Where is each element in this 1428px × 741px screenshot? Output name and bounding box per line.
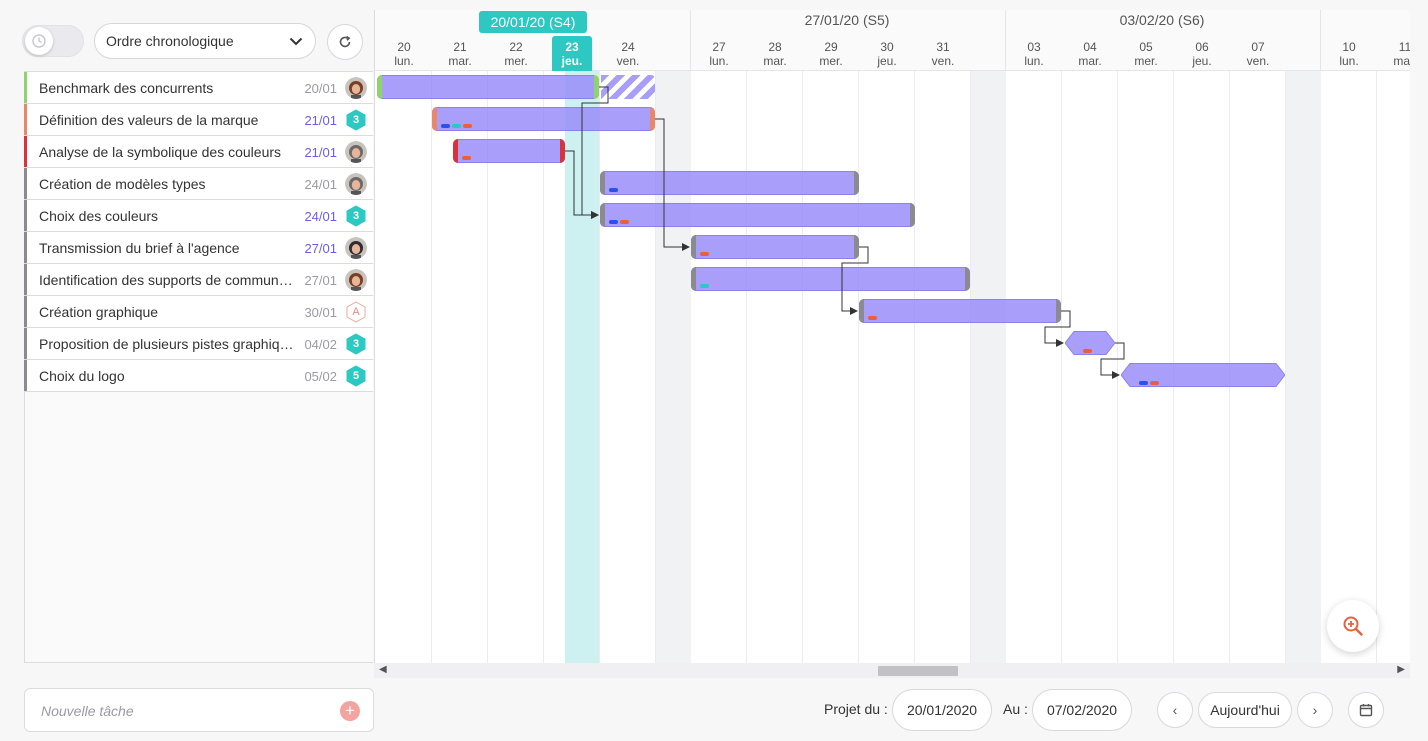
project-from-label: Projet du : (824, 701, 888, 717)
toggle-knob (25, 27, 53, 55)
assignee-avatar[interactable] (345, 237, 367, 259)
dependency-arrow (1044, 310, 1071, 347)
task-name[interactable]: Choix du logo (39, 368, 295, 384)
task-name[interactable]: Identification des supports de communica… (39, 272, 295, 288)
task-row[interactable]: Identification des supports de communica… (24, 264, 373, 296)
project-end-date-field[interactable]: 07/02/2020 (1032, 689, 1132, 731)
task-name[interactable]: Choix des couleurs (39, 208, 295, 224)
task-date: 04/02 (304, 337, 337, 352)
task-date: 20/01 (304, 81, 337, 96)
chevron-left-icon: ‹ (1172, 702, 1178, 718)
task-row[interactable]: Benchmark des concurrents 20/01 (24, 72, 373, 104)
assignee-group-badge[interactable]: 3 (345, 109, 367, 131)
task-color-stripe (24, 264, 27, 295)
task-row[interactable]: Création de modèles types 24/01 (24, 168, 373, 200)
refresh-button[interactable] (327, 24, 363, 60)
task-row[interactable]: Choix des couleurs 24/01 3 (24, 200, 373, 232)
task-color-stripe (24, 328, 27, 359)
task-color-stripe (24, 360, 27, 391)
assignee-avatar[interactable] (345, 77, 367, 99)
dependency-arrow (1100, 342, 1125, 379)
task-date: 21/01 (304, 145, 337, 160)
history-toggle[interactable] (22, 25, 84, 57)
refresh-icon (339, 35, 351, 48)
dependency-arrow (581, 86, 609, 219)
assignee-group-badge[interactable]: 3 (345, 205, 367, 227)
task-name[interactable]: Proposition de plusieurs pistes graphiqu… (39, 336, 295, 352)
new-task-placeholder: Nouvelle tâche (41, 703, 134, 719)
task-row[interactable]: Création graphique 30/01 A (24, 296, 373, 328)
task-date: 24/01 (304, 177, 337, 192)
calendar-icon (1359, 704, 1373, 717)
task-color-stripe (24, 72, 27, 103)
task-date: 21/01 (304, 113, 337, 128)
task-date: 05/02 (304, 369, 337, 384)
zoom-in-icon (1343, 616, 1363, 636)
task-color-stripe (24, 168, 27, 199)
assignee-avatar[interactable] (345, 141, 367, 163)
project-to-label: Au : (1003, 701, 1028, 717)
task-row[interactable]: Définition des valeurs de la marque 21/01… (24, 104, 373, 136)
add-task-button[interactable]: + (340, 701, 360, 721)
task-name[interactable]: Création de modèles types (39, 176, 295, 192)
task-color-stripe (24, 296, 27, 327)
next-period-button[interactable]: › (1297, 692, 1333, 728)
task-color-stripe (24, 200, 27, 231)
task-color-stripe (24, 232, 27, 263)
chevron-right-icon: › (1312, 702, 1318, 718)
previous-period-button[interactable]: ‹ (1157, 692, 1193, 728)
task-date: 27/01 (304, 273, 337, 288)
task-name[interactable]: Transmission du brief à l'agence (39, 240, 295, 256)
assignee-group-badge[interactable]: 5 (345, 365, 367, 387)
scrollbar-thumb[interactable] (878, 666, 958, 676)
dependency-links (565, 86, 1125, 379)
assignee-initial-badge[interactable]: A (345, 301, 367, 323)
assignee-avatar[interactable] (345, 173, 367, 195)
task-list: Benchmark des concurrents 20/01 Définition… (24, 71, 373, 663)
task-row[interactable]: Analyse de la symbolique des couleurs 21/… (24, 136, 373, 168)
task-name[interactable]: Création graphique (39, 304, 295, 320)
task-color-stripe (24, 104, 27, 135)
new-task-input[interactable]: Nouvelle tâche + (24, 688, 374, 732)
task-date: 30/01 (304, 305, 337, 320)
dependency-arrow (655, 118, 690, 251)
calendar-button[interactable] (1348, 692, 1384, 728)
zoom-button[interactable] (1327, 600, 1379, 652)
assignee-group-badge[interactable]: 3 (345, 333, 367, 355)
sort-order-select[interactable]: Ordre chronologique (94, 23, 316, 59)
task-row[interactable]: Transmission du brief à l'agence 27/01 (24, 232, 373, 264)
dependency-arrow (841, 246, 869, 315)
horizontal-scrollbar[interactable]: ◀ ▶ (374, 663, 1410, 678)
assignee-avatar[interactable] (345, 269, 367, 291)
task-name[interactable]: Analyse de la symbolique des couleurs (39, 144, 295, 160)
today-button[interactable]: Aujourd'hui (1198, 692, 1292, 728)
task-name[interactable]: Benchmark des concurrents (39, 80, 295, 96)
gantt-chart: 20/01/20 (S4) 27/01/20 (S5) 03/02/20 (S6) 2… (374, 10, 1410, 663)
task-date: 27/01 (304, 241, 337, 256)
task-name[interactable]: Définition des valeurs de la marque (39, 112, 295, 128)
clock-icon (32, 34, 46, 48)
scroll-right-icon[interactable]: ▶ (1397, 664, 1405, 675)
chevron-down-icon (289, 37, 303, 45)
task-row[interactable]: Choix du logo 05/02 5 (24, 360, 373, 392)
task-row[interactable]: Proposition de plusieurs pistes graphiqu… (24, 328, 373, 360)
project-start-date-field[interactable]: 20/01/2020 (892, 689, 992, 731)
task-color-stripe (24, 136, 27, 167)
task-date: 24/01 (304, 209, 337, 224)
scroll-left-icon[interactable]: ◀ (379, 664, 387, 675)
sort-order-value: Ordre chronologique (106, 33, 234, 49)
